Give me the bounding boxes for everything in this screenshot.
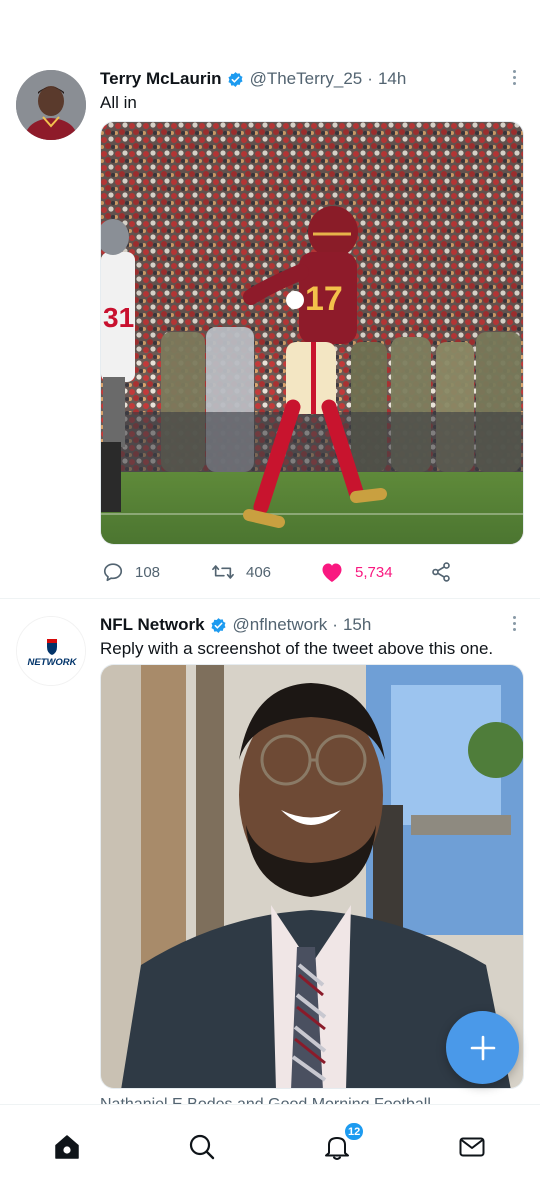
bottom-navigation: 12 bbox=[0, 1104, 540, 1200]
reply-icon bbox=[103, 563, 123, 582]
nav-home[interactable] bbox=[49, 1129, 85, 1165]
tweet-header: Terry McLaurin @TheTerry_25 · 14h bbox=[100, 67, 500, 91]
tweet-actions: 108 406 5,734 bbox=[100, 559, 524, 585]
nfl-network-logo: NETWORK bbox=[17, 617, 85, 685]
football-celebration-image: 31 17 bbox=[101, 122, 523, 544]
retweet-button[interactable]: 406 bbox=[211, 559, 271, 585]
svg-text:31: 31 bbox=[103, 302, 134, 333]
tweet-text: Reply with a screenshot of the tweet abo… bbox=[100, 639, 494, 658]
handle[interactable]: @nflnetwork bbox=[233, 615, 328, 635]
avatar[interactable] bbox=[16, 70, 86, 140]
timestamp[interactable]: 14h bbox=[378, 69, 406, 89]
more-options-icon[interactable] bbox=[510, 68, 518, 88]
heart-filled-icon bbox=[322, 563, 342, 582]
compose-tweet-button[interactable] bbox=[446, 1011, 519, 1084]
like-count: 5,734 bbox=[355, 563, 393, 581]
verified-badge-icon bbox=[211, 617, 226, 633]
avatar-wordmark: NETWORK bbox=[27, 657, 77, 668]
search-icon bbox=[189, 1134, 215, 1160]
separator: · bbox=[332, 615, 338, 634]
jersey-number: 17 bbox=[305, 280, 343, 318]
reply-button[interactable]: 108 bbox=[102, 559, 160, 585]
more-options-icon[interactable] bbox=[510, 614, 518, 634]
share-icon bbox=[432, 562, 450, 582]
messages-icon bbox=[459, 1137, 485, 1157]
home-icon bbox=[55, 1135, 79, 1159]
reply-count: 108 bbox=[135, 563, 161, 581]
nav-search[interactable] bbox=[184, 1129, 220, 1165]
nav-messages[interactable] bbox=[454, 1129, 490, 1165]
retweet-icon bbox=[212, 565, 234, 579]
tweet-divider bbox=[0, 598, 540, 599]
timestamp[interactable]: 15h bbox=[343, 615, 371, 635]
separator: · bbox=[367, 69, 373, 88]
handle[interactable]: @TheTerry_25 bbox=[250, 69, 363, 89]
display-name[interactable]: NFL Network bbox=[100, 615, 205, 635]
retweet-count: 406 bbox=[246, 563, 272, 581]
tweet-text: All in bbox=[100, 93, 137, 112]
plus-icon bbox=[470, 1035, 495, 1060]
display-name[interactable]: Terry McLaurin bbox=[100, 69, 222, 89]
like-button[interactable]: 5,734 bbox=[320, 559, 393, 585]
timeline-screen: Terry McLaurin @TheTerry_25 · 14h All in bbox=[0, 0, 540, 1200]
tweet-media[interactable]: 31 17 bbox=[100, 121, 524, 545]
avatar[interactable]: NETWORK bbox=[16, 616, 86, 686]
verified-badge-icon bbox=[228, 71, 243, 87]
share-button[interactable] bbox=[430, 559, 452, 585]
notification-badge: 12 bbox=[343, 1121, 366, 1142]
avatar-photo bbox=[16, 70, 86, 140]
tweet-header: NFL Network @nflnetwork · 15h bbox=[100, 613, 500, 637]
